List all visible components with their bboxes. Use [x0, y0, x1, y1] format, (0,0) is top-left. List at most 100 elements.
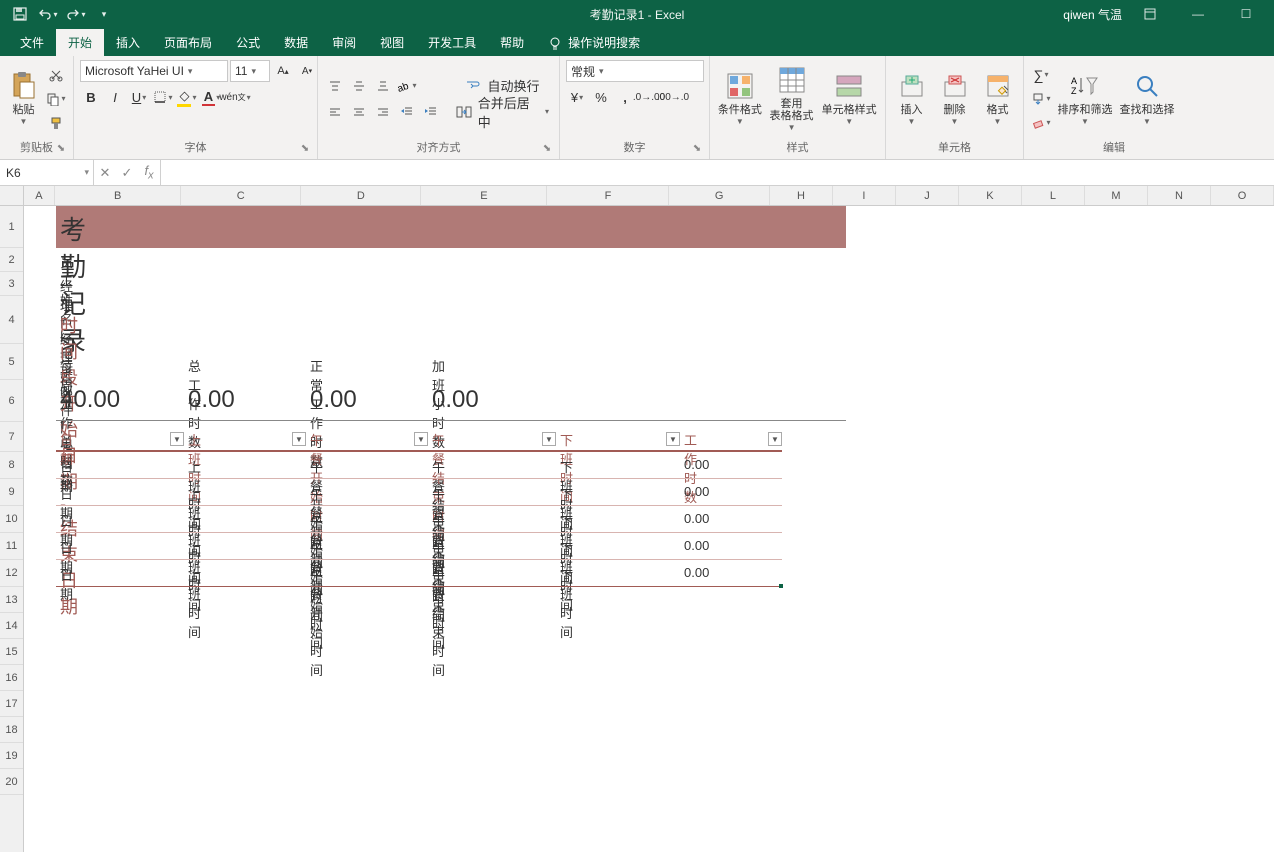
row-header[interactable]: 11 [0, 533, 23, 560]
align-right-button[interactable] [372, 101, 394, 123]
tab-review[interactable]: 审阅 [320, 29, 368, 56]
autosum-button[interactable]: ∑ [1030, 64, 1052, 86]
column-header[interactable]: M [1085, 186, 1148, 205]
cell-styles-button[interactable]: 单元格样式▼ [819, 63, 879, 135]
table-cell[interactable]: 0.00 [684, 565, 709, 580]
tab-developer[interactable]: 开发工具 [416, 29, 488, 56]
maximize-icon[interactable]: ☐ [1226, 0, 1266, 28]
accounting-format-button[interactable]: ¥ [566, 86, 588, 108]
phonetic-button[interactable]: wén文 [224, 86, 246, 108]
table-resize-handle[interactable] [779, 584, 783, 588]
tab-file[interactable]: 文件 [8, 29, 56, 56]
row-header[interactable]: 19 [0, 743, 23, 769]
orientation-button[interactable]: ab [396, 75, 418, 97]
row-header[interactable]: 13 [0, 587, 23, 613]
decrease-decimal-button[interactable]: .00→.0 [662, 86, 684, 108]
decrease-font-button[interactable]: A▾ [296, 60, 318, 82]
conditional-format-button[interactable]: 条件格式▼ [716, 63, 764, 135]
sort-filter-button[interactable]: AZ 排序和筛选▼ [1056, 63, 1114, 135]
align-left-button[interactable] [324, 101, 346, 123]
filter-dropdown-icon[interactable]: ▼ [542, 432, 556, 446]
row-header[interactable]: 10 [0, 506, 23, 533]
confirm-entry-button[interactable]: ✓ [116, 162, 138, 184]
table-cell[interactable]: 下班时间 [560, 565, 573, 641]
save-icon[interactable] [8, 3, 32, 25]
table-cell[interactable]: 上班时间 [188, 565, 201, 641]
bold-button[interactable]: B [80, 86, 102, 108]
name-box[interactable]: K6 [0, 160, 94, 185]
percent-format-button[interactable]: % [590, 86, 612, 108]
row-header[interactable]: 9 [0, 479, 23, 506]
delete-cells-button[interactable]: 删除▼ [935, 63, 974, 135]
row-header[interactable]: 1 [0, 206, 23, 248]
column-header[interactable]: G [669, 186, 769, 205]
row-header[interactable]: 6 [0, 380, 23, 422]
column-header[interactable]: O [1211, 186, 1274, 205]
row-header[interactable]: 8 [0, 452, 23, 479]
row-header[interactable]: 20 [0, 769, 23, 795]
underline-button[interactable]: U [128, 86, 150, 108]
filter-dropdown-icon[interactable]: ▼ [414, 432, 428, 446]
column-header[interactable]: N [1148, 186, 1211, 205]
number-launcher-icon[interactable]: ⬊ [691, 143, 703, 155]
copy-button[interactable] [45, 88, 67, 110]
column-header[interactable]: K [959, 186, 1022, 205]
align-middle-button[interactable] [348, 75, 370, 97]
table-cell[interactable]: 日期 [60, 565, 73, 603]
tab-home[interactable]: 开始 [56, 29, 104, 56]
column-header[interactable]: H [770, 186, 833, 205]
filter-dropdown-icon[interactable]: ▼ [170, 432, 184, 446]
fill-button[interactable] [1030, 88, 1052, 110]
number-format-select[interactable]: 常规 [566, 60, 704, 82]
user-name[interactable]: qiwen 气温 [1063, 6, 1122, 23]
paste-button[interactable]: 粘贴 ▼ [6, 63, 41, 135]
table-cell[interactable]: 0.00 [684, 484, 709, 499]
undo-icon[interactable]: ▾ [36, 3, 60, 25]
tab-formulas[interactable]: 公式 [224, 29, 272, 56]
tell-me-search[interactable]: 操作说明搜索 [536, 29, 652, 56]
column-header[interactable]: E [421, 186, 547, 205]
row-header[interactable]: 16 [0, 665, 23, 691]
tab-help[interactable]: 帮助 [488, 29, 536, 56]
table-cell[interactable]: 0.00 [684, 538, 709, 553]
increase-font-button[interactable]: A▴ [272, 60, 294, 82]
worksheet-grid[interactable]: ABCDEFGHIJKLMNO 123456789101112131415161… [0, 186, 1274, 852]
clipboard-launcher-icon[interactable]: ⬊ [55, 143, 67, 155]
row-header[interactable]: 5 [0, 344, 23, 380]
row-header[interactable]: 15 [0, 639, 23, 665]
column-header[interactable]: B [55, 186, 181, 205]
filter-dropdown-icon[interactable]: ▼ [666, 432, 680, 446]
ribbon-display-icon[interactable] [1130, 0, 1170, 28]
italic-button[interactable]: I [104, 86, 126, 108]
column-header[interactable]: L [1022, 186, 1085, 205]
border-button[interactable] [152, 86, 174, 108]
find-select-button[interactable]: 查找和选择▼ [1118, 63, 1176, 135]
column-header[interactable]: A [24, 186, 56, 205]
row-header[interactable]: 12 [0, 560, 23, 587]
font-launcher-icon[interactable]: ⬊ [299, 143, 311, 155]
row-header[interactable]: 4 [0, 296, 23, 344]
font-name-select[interactable]: Microsoft YaHei UI [80, 60, 228, 82]
cancel-entry-button[interactable]: ✕ [94, 162, 116, 184]
format-cells-button[interactable]: 格式▼ [978, 63, 1017, 135]
row-header[interactable]: 2 [0, 248, 23, 272]
fill-color-button[interactable]: ◇ [176, 86, 198, 108]
row-header[interactable]: 14 [0, 613, 23, 639]
clear-button[interactable] [1030, 112, 1052, 134]
column-header[interactable]: F [547, 186, 669, 205]
filter-dropdown-icon[interactable]: ▼ [768, 432, 782, 446]
insert-function-button[interactable]: fx [138, 162, 160, 184]
filter-dropdown-icon[interactable]: ▼ [292, 432, 306, 446]
table-cell[interactable]: 午餐结束时间 [432, 565, 445, 679]
row-header[interactable]: 7 [0, 422, 23, 452]
row-header[interactable]: 17 [0, 691, 23, 717]
minimize-icon[interactable]: — [1178, 0, 1218, 28]
cut-button[interactable] [45, 64, 67, 86]
select-all-corner[interactable] [0, 186, 24, 205]
decrease-indent-button[interactable] [396, 101, 418, 123]
tab-insert[interactable]: 插入 [104, 29, 152, 56]
column-header[interactable]: C [181, 186, 301, 205]
table-cell[interactable]: 0.00 [684, 511, 709, 526]
column-header[interactable]: D [301, 186, 421, 205]
align-bottom-button[interactable] [372, 75, 394, 97]
